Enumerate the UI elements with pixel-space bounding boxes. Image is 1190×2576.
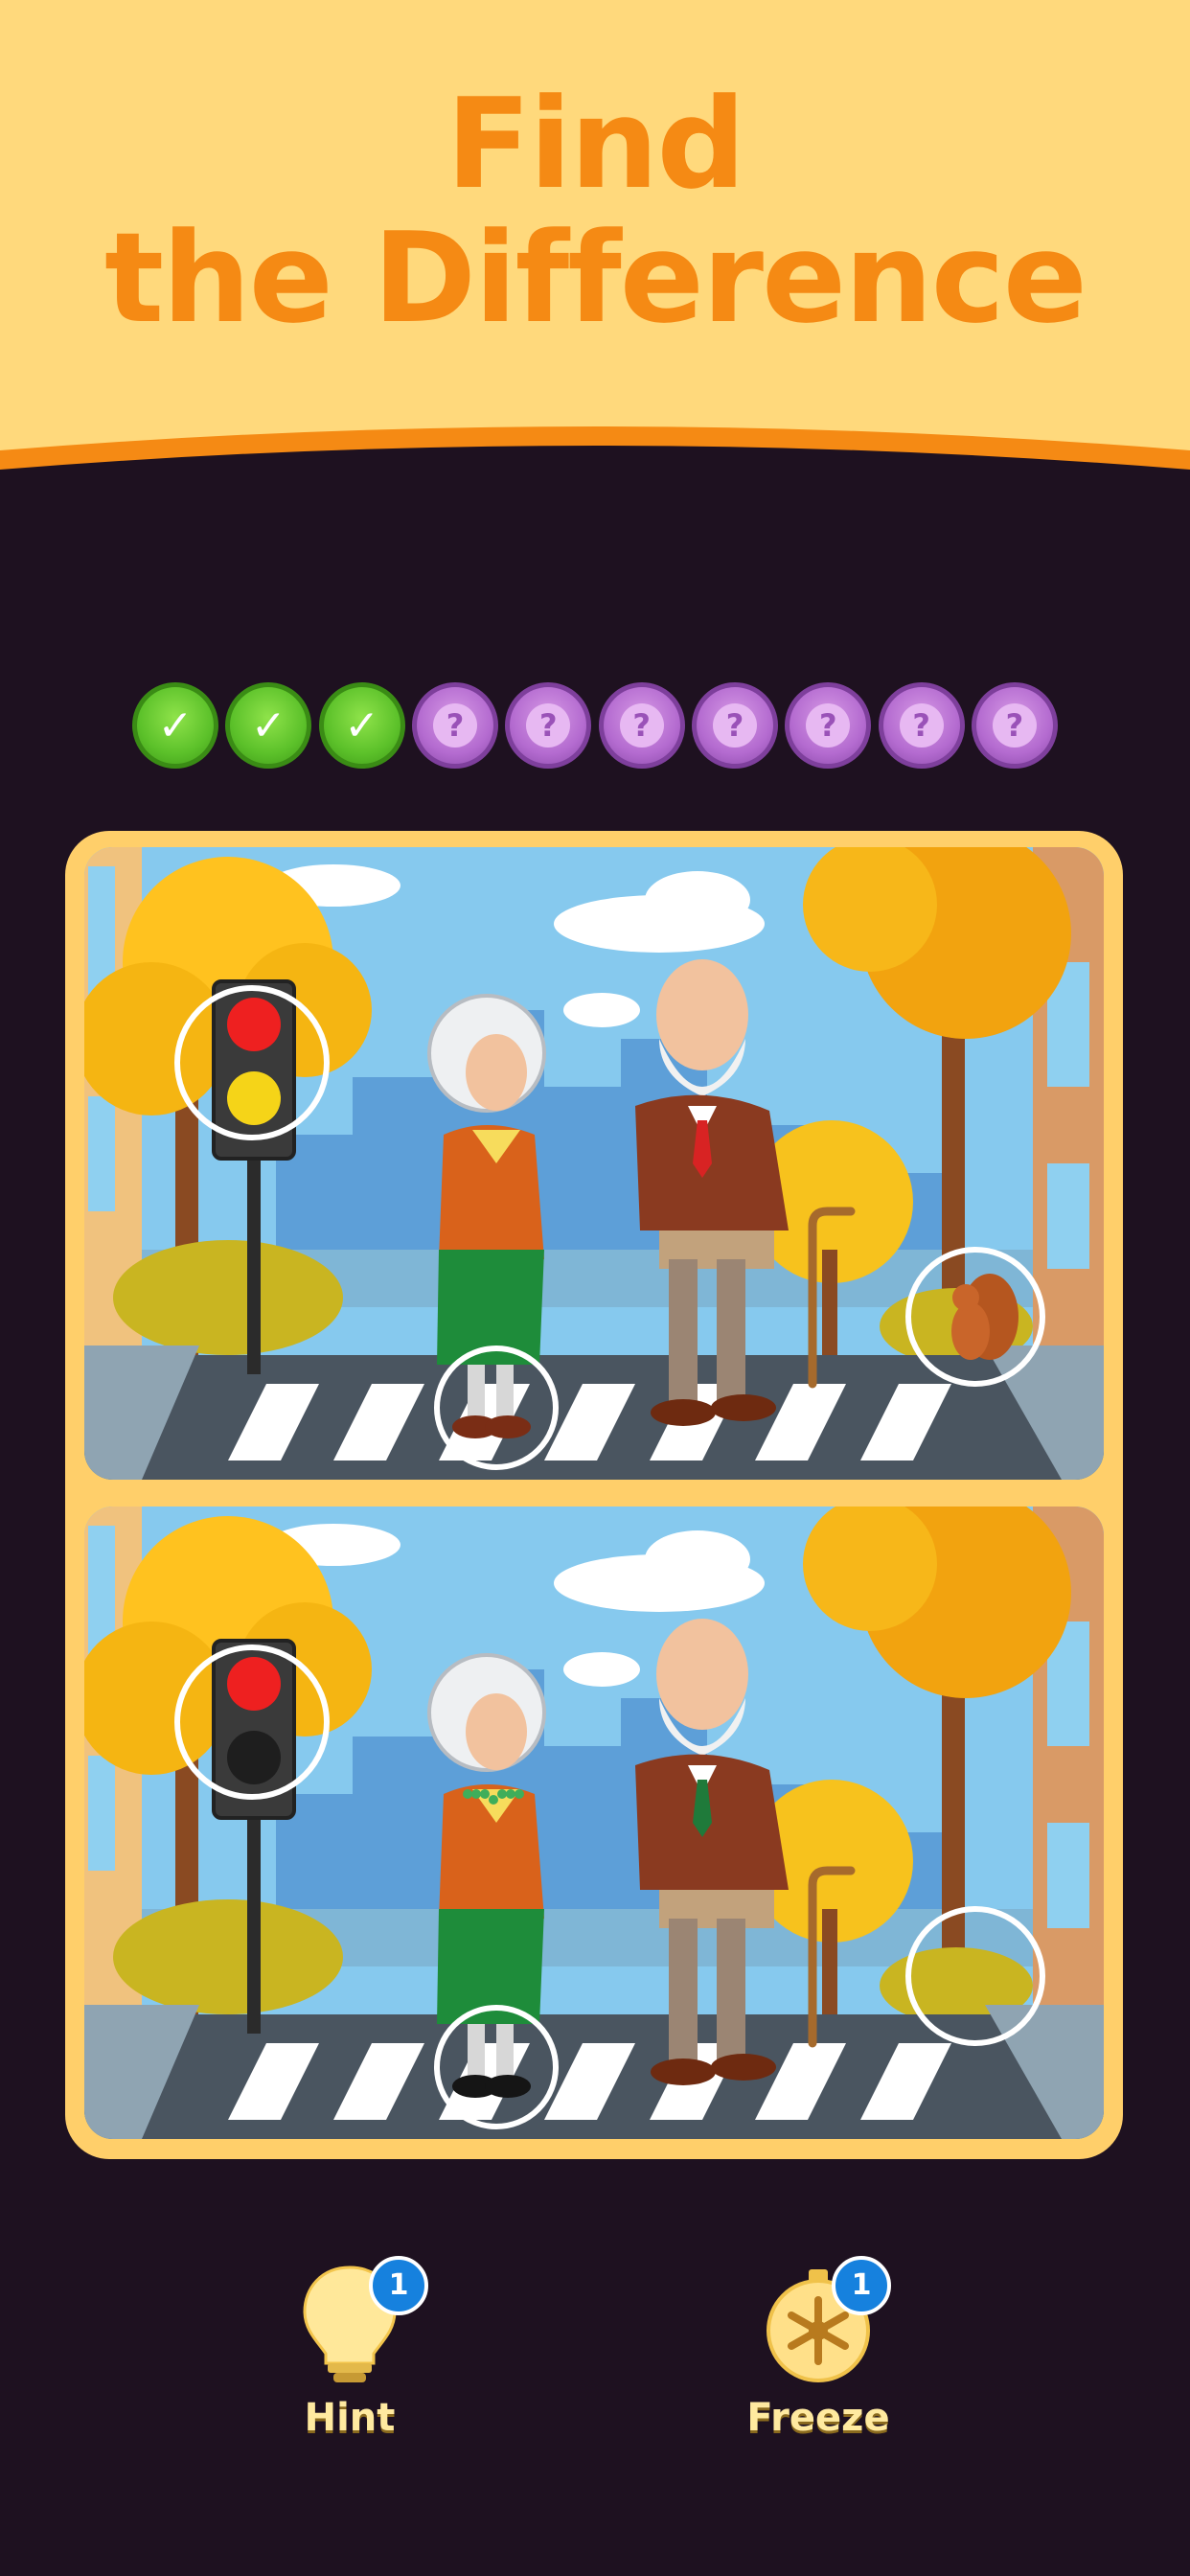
question-icon: ? xyxy=(712,703,757,748)
woman-necklace-bead xyxy=(506,1789,515,1799)
traffic-light-lower xyxy=(227,1071,281,1125)
man-head xyxy=(656,959,748,1070)
check-icon: ✓ xyxy=(157,701,194,750)
freeze-count-badge: 1 xyxy=(832,2256,891,2315)
question-icon: ? xyxy=(432,703,477,748)
woman-leg xyxy=(468,1365,485,1422)
woman-face xyxy=(466,1034,527,1111)
hint-count-badge: 1 xyxy=(369,2256,428,2315)
question-icon: ? xyxy=(992,703,1037,748)
man-leg xyxy=(669,1259,698,1403)
title-line-1: Find xyxy=(446,71,746,217)
window xyxy=(1047,1823,1089,1928)
freeze-label: Freeze xyxy=(746,2396,890,2440)
traffic-light-red xyxy=(227,998,281,1051)
check-icon: ✓ xyxy=(250,701,286,750)
woman-necklace-bead xyxy=(471,1789,481,1799)
freeze-button[interactable]: 1 Freeze xyxy=(722,2256,914,2440)
modified-scene[interactable] xyxy=(84,1506,1104,2139)
woman-face xyxy=(466,1693,527,1770)
bush xyxy=(113,1899,343,2014)
woman-necklace-bead xyxy=(515,1789,524,1799)
man-shoe xyxy=(711,1394,776,1421)
man-leg xyxy=(717,1919,745,2062)
cloud xyxy=(645,871,750,929)
woman-necklace-bead xyxy=(497,1789,507,1799)
man-leg xyxy=(717,1259,745,1403)
progress-found-dot: ✓ xyxy=(225,682,312,769)
man-shoe xyxy=(711,2054,776,2081)
progress-found-dot: ✓ xyxy=(318,682,405,769)
progress-found-dot: ✓ xyxy=(132,682,218,769)
tree-trunk xyxy=(822,1250,837,1365)
hint-label: Hint xyxy=(304,2396,396,2440)
tools-bar: 1 Hint 1 Freeze xyxy=(0,2256,1190,2492)
man-head xyxy=(656,1619,748,1730)
bush xyxy=(113,1240,343,1355)
title-line-2: the Difference xyxy=(104,205,1087,351)
window xyxy=(88,1756,115,1871)
check-icon: ✓ xyxy=(344,701,380,750)
woman-necklace-bead xyxy=(480,1789,490,1799)
game-board xyxy=(65,831,1123,2159)
question-icon: ? xyxy=(899,703,944,748)
man-shoe xyxy=(651,1399,716,1426)
question-icon: ? xyxy=(806,703,851,748)
squirrel-head xyxy=(952,1284,979,1311)
woman-leg xyxy=(496,1365,514,1422)
progress-pending-dot: ? xyxy=(971,682,1058,769)
woman-leg xyxy=(468,2024,485,2082)
man-leg xyxy=(669,1919,698,2062)
progress-pending-dot: ? xyxy=(878,682,965,769)
window xyxy=(88,1096,115,1211)
progress-pending-dot: ? xyxy=(598,682,685,769)
woman-leg xyxy=(496,2024,514,2082)
woman-necklace-bead xyxy=(489,1795,498,1805)
cloud xyxy=(563,1652,640,1687)
header-banner: Find the Difference xyxy=(0,0,1190,518)
woman-necklace-bead xyxy=(463,1789,472,1799)
traffic-light-red xyxy=(227,1657,281,1711)
page-title: Find the Difference xyxy=(0,77,1190,345)
window xyxy=(1047,1163,1089,1269)
progress-pending-dot: ? xyxy=(505,682,592,769)
original-scene[interactable] xyxy=(84,847,1104,1480)
progress-pending-dot: ? xyxy=(411,682,498,769)
question-icon: ? xyxy=(526,703,571,748)
woman-shoe xyxy=(485,2075,531,2098)
squirrel-body xyxy=(951,1302,990,1360)
cloud xyxy=(563,993,640,1027)
progress-pending-dot: ? xyxy=(785,682,872,769)
hint-button[interactable]: 1 Hint xyxy=(254,2256,446,2440)
question-icon: ? xyxy=(619,703,664,748)
man-shoe xyxy=(651,2058,716,2085)
woman-shoe xyxy=(485,1415,531,1438)
difference-progress: ✓ ✓ ✓??????? xyxy=(132,682,1058,778)
cloud xyxy=(645,1530,750,1588)
progress-pending-dot: ? xyxy=(691,682,778,769)
tree-trunk xyxy=(822,1909,837,2024)
traffic-light-lower xyxy=(227,1731,281,1784)
